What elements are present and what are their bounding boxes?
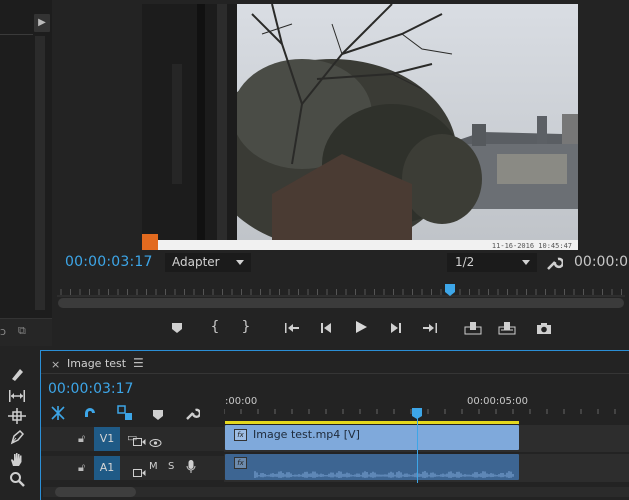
timeline-scrollbar-thumb[interactable] — [55, 487, 136, 497]
list-view-icon[interactable]: ɔ — [0, 325, 6, 338]
duration-timecode: 00:00:05:00 — [574, 254, 629, 270]
track-header-v1: 🔓︎ ▭ — [41, 427, 224, 451]
monitor-time-ruler[interactable] — [57, 281, 625, 297]
ruler-label-5s: 00:00:05:00 — [467, 396, 528, 407]
resolution-select[interactable]: 1/2 — [447, 253, 537, 272]
audio-clip[interactable]: fx — [225, 454, 519, 480]
new-item-icon[interactable]: ⧉ — [18, 324, 26, 338]
panel-divider — [0, 34, 33, 35]
slide-tool-icon[interactable] — [6, 406, 28, 426]
chevron-down-icon — [522, 260, 530, 265]
wrench-settings-icon[interactable] — [545, 254, 565, 272]
track-header-a1: 🔓︎ M S — [41, 456, 224, 480]
ruler-label-start: :00:00 — [225, 396, 257, 407]
mark-out-icon[interactable]: } — [236, 317, 256, 337]
playhead-line — [417, 409, 418, 483]
project-panel-footer: ɔ ⧉ — [0, 318, 52, 346]
expand-panel-icon[interactable]: ▶ — [34, 14, 50, 32]
tab-divider — [41, 373, 629, 374]
add-marker-icon[interactable] — [152, 406, 166, 420]
add-marker-icon[interactable] — [167, 318, 187, 338]
video-date-overlay: 11-16-2016 10:45:47 — [491, 242, 572, 250]
panel-menu-icon[interactable]: ☰ — [133, 356, 144, 370]
go-to-in-icon[interactable] — [282, 318, 302, 338]
timeline-timecode[interactable]: 00:00:03:17 — [48, 381, 133, 397]
timeline-settings-wrench-icon[interactable] — [184, 405, 202, 421]
project-panel: ▶ ɔ ⧉ — [0, 0, 52, 346]
razor-tool-icon[interactable] — [6, 364, 28, 384]
mute-button[interactable]: M — [149, 461, 158, 472]
sync-lock-icon[interactable] — [133, 463, 146, 477]
solo-button[interactable]: S — [168, 461, 174, 472]
lock-icon[interactable]: 🔓︎ — [78, 461, 85, 475]
project-panel-scrollbar[interactable] — [35, 36, 45, 310]
timeline-tab-title[interactable]: Image test — [67, 357, 126, 370]
play-icon[interactable] — [351, 317, 371, 337]
snap-nest-icon[interactable] — [50, 405, 66, 421]
close-tab-icon[interactable]: × — [51, 358, 60, 371]
chevron-down-icon — [236, 260, 244, 265]
linked-selection-icon[interactable] — [117, 405, 133, 421]
eye-visibility-icon[interactable] — [149, 433, 162, 447]
monitor-zoom-scrollbar[interactable] — [58, 298, 624, 308]
export-frame-icon[interactable] — [534, 318, 554, 338]
video-clip-label: Image test.mp4 [V] — [253, 428, 360, 441]
timeline-time-ruler[interactable]: :00:00 00:00:05:00 — [224, 393, 629, 419]
mark-in-icon[interactable]: { — [205, 317, 225, 337]
slip-tool-icon[interactable] — [6, 386, 28, 406]
hand-tool-icon[interactable] — [6, 449, 28, 469]
snap-magnet-icon[interactable] — [82, 405, 98, 421]
microphone-icon[interactable] — [186, 459, 196, 475]
zoom-tool-icon[interactable] — [6, 469, 28, 489]
fit-select-value: Adapter — [172, 255, 220, 269]
pen-tool-icon[interactable] — [6, 427, 28, 447]
extract-icon[interactable] — [497, 318, 517, 338]
video-frame-image — [142, 4, 578, 250]
video-frame: 11-16-2016 10:45:47 — [142, 4, 578, 250]
lock-icon[interactable]: 🔓︎ — [78, 432, 85, 446]
monitor-playhead[interactable] — [445, 284, 455, 292]
step-forward-icon[interactable] — [386, 318, 406, 338]
go-to-out-icon[interactable] — [420, 318, 440, 338]
resolution-select-value: 1/2 — [455, 255, 475, 269]
lift-icon[interactable] — [463, 318, 483, 338]
current-timecode[interactable]: 00:00:03:17 — [65, 254, 153, 270]
fit-select[interactable]: Adapter — [165, 253, 251, 272]
fx-badge[interactable]: fx — [234, 429, 247, 441]
work-area-bar[interactable] — [225, 421, 519, 424]
track-target-v1[interactable]: V1 — [94, 427, 120, 451]
camera-icon[interactable] — [133, 432, 146, 446]
audio-waveform — [254, 471, 514, 478]
track-target-a1[interactable]: A1 — [94, 456, 120, 480]
step-back-icon[interactable] — [316, 318, 336, 338]
